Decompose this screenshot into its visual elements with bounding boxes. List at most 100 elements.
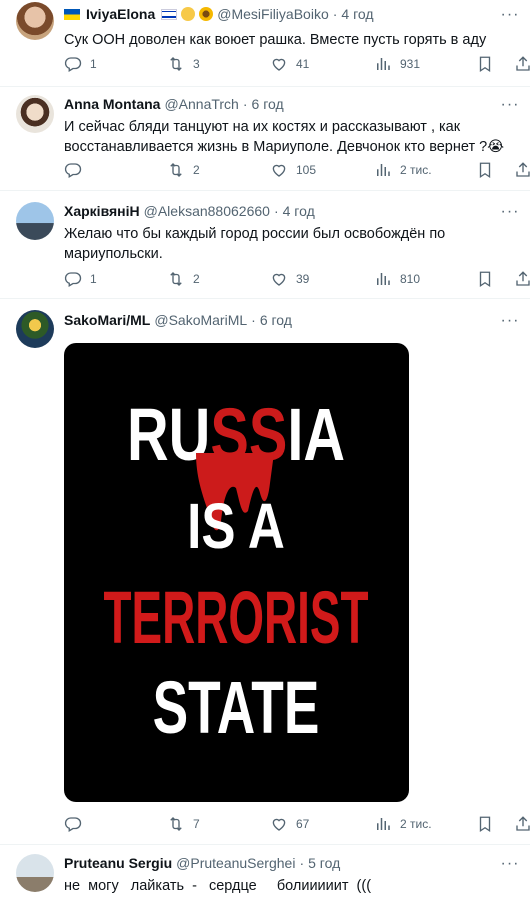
separator: ·: [332, 6, 338, 22]
like-icon: [270, 161, 288, 179]
tweet[interactable]: Anna Montana @AnnaTrch · 6 год ··· И сей…: [0, 87, 530, 191]
avatar[interactable]: [16, 95, 54, 133]
more-icon[interactable]: ···: [498, 6, 522, 24]
timestamp[interactable]: 4 год: [341, 6, 373, 22]
display-name[interactable]: IviyaElona: [86, 6, 155, 22]
avatar[interactable]: [16, 2, 54, 40]
share-button[interactable]: [514, 55, 530, 73]
like-count: 67: [296, 817, 310, 831]
retweet-count: 2: [193, 272, 200, 286]
display-name[interactable]: SakoMari/ML: [64, 312, 150, 328]
bookmark-icon: [476, 815, 494, 833]
reply-count: 1: [90, 57, 97, 71]
timestamp[interactable]: 6 год: [260, 312, 292, 328]
retweet-count: 2: [193, 163, 200, 177]
separator: ·: [251, 312, 256, 328]
display-name[interactable]: Pruteanu Sergiu: [64, 855, 172, 871]
reply-button[interactable]: 1: [64, 270, 97, 288]
retweet-icon: [167, 815, 185, 833]
retweet-icon: [167, 55, 185, 73]
like-count: 39: [296, 272, 310, 286]
poster-line4: STATE: [153, 666, 320, 749]
bookmark-button[interactable]: [476, 270, 494, 288]
share-icon: [514, 270, 530, 288]
handle[interactable]: @PruteanuSerghei: [176, 855, 295, 871]
avatar[interactable]: [16, 310, 54, 348]
retweet-count: 7: [193, 817, 200, 831]
handle[interactable]: @Aleksan88062660: [144, 203, 270, 219]
bookmark-icon: [476, 161, 494, 179]
tweet[interactable]: ХарківяніН @Aleksan88062660 · 4 год ··· …: [0, 191, 530, 299]
tweet-image[interactable]: RUSSIA IS A TERRORIST STATE: [64, 343, 409, 802]
bookmark-button[interactable]: [476, 815, 494, 833]
reply-button[interactable]: 1: [64, 55, 97, 73]
views-button[interactable]: 810: [374, 270, 420, 288]
views-count: 2 тис.: [400, 163, 432, 177]
views-button[interactable]: 931: [374, 55, 420, 73]
like-button[interactable]: 67: [270, 815, 309, 833]
avatar[interactable]: [16, 854, 54, 892]
share-button[interactable]: [514, 161, 530, 179]
like-count: 41: [296, 57, 310, 71]
share-button[interactable]: [514, 815, 530, 833]
timestamp[interactable]: 5 год: [308, 855, 340, 871]
retweet-button[interactable]: 2: [167, 161, 200, 179]
reply-button[interactable]: [64, 161, 90, 179]
hand-emoji-icon: [181, 7, 196, 21]
like-icon: [270, 270, 288, 288]
more-icon[interactable]: ···: [498, 855, 522, 873]
poster-line2: IS A: [187, 492, 285, 563]
display-name[interactable]: ХарківяніН: [64, 203, 140, 219]
display-name[interactable]: Anna Montana: [64, 96, 160, 112]
bookmark-button[interactable]: [476, 161, 494, 179]
more-icon[interactable]: ···: [498, 96, 522, 114]
views-icon: [374, 270, 392, 288]
israel-flag-icon: [161, 8, 178, 20]
more-icon[interactable]: ···: [498, 203, 522, 221]
reply-icon: [64, 270, 82, 288]
tweet-text: И сейчас бляди танцуют на их костях и ра…: [64, 119, 505, 155]
handle[interactable]: @AnnaTrch: [164, 96, 238, 112]
timestamp[interactable]: 4 год: [283, 203, 315, 219]
reply-icon: [64, 815, 82, 833]
views-icon: [374, 161, 392, 179]
like-count: 105: [296, 163, 317, 177]
avatar[interactable]: [16, 202, 54, 240]
views-icon: [374, 815, 392, 833]
views-button[interactable]: 2 тис.: [374, 815, 432, 833]
poster-line1-part3: IA: [287, 394, 345, 477]
retweet-icon: [167, 270, 185, 288]
bookmark-button[interactable]: [476, 55, 494, 73]
ukraine-flag-icon: [64, 8, 80, 20]
retweet-button[interactable]: 2: [167, 270, 200, 288]
like-button[interactable]: 41: [270, 55, 309, 73]
share-icon: [514, 161, 530, 179]
retweet-button[interactable]: 7: [167, 815, 200, 833]
like-button[interactable]: 39: [270, 270, 309, 288]
share-icon: [514, 815, 530, 833]
views-count: 2 тис.: [400, 817, 432, 831]
views-button[interactable]: 2 тис.: [374, 161, 432, 179]
handle[interactable]: @MesiFiliyaBoiko: [217, 6, 328, 22]
bookmark-icon: [476, 270, 494, 288]
tweet[interactable]: Pruteanu Sergiu @PruteanuSerghei · 5 год…: [0, 845, 530, 898]
retweet-button[interactable]: 3: [167, 55, 200, 73]
more-icon[interactable]: ···: [498, 312, 522, 330]
share-button[interactable]: [514, 270, 530, 288]
separator: ·: [242, 96, 248, 112]
tweet-text: не могу лайкать - сердце болииииит (((: [64, 878, 372, 894]
handle[interactable]: @SakoMariML: [154, 312, 247, 328]
bookmark-icon: [476, 55, 494, 73]
tweet[interactable]: IviyaElona @MesiFiliyaBoiko · 4 год ··· …: [0, 0, 530, 87]
reply-icon: [64, 55, 82, 73]
share-icon: [514, 55, 530, 73]
poster-line3: TERRORIST: [103, 577, 368, 660]
separator: ·: [299, 855, 305, 871]
timestamp[interactable]: 6 год: [252, 96, 284, 112]
views-count: 810: [400, 272, 421, 286]
retweet-count: 3: [193, 57, 200, 71]
views-count: 931: [400, 57, 421, 71]
like-button[interactable]: 105: [270, 161, 316, 179]
views-icon: [374, 55, 392, 73]
reply-button[interactable]: [64, 815, 90, 833]
